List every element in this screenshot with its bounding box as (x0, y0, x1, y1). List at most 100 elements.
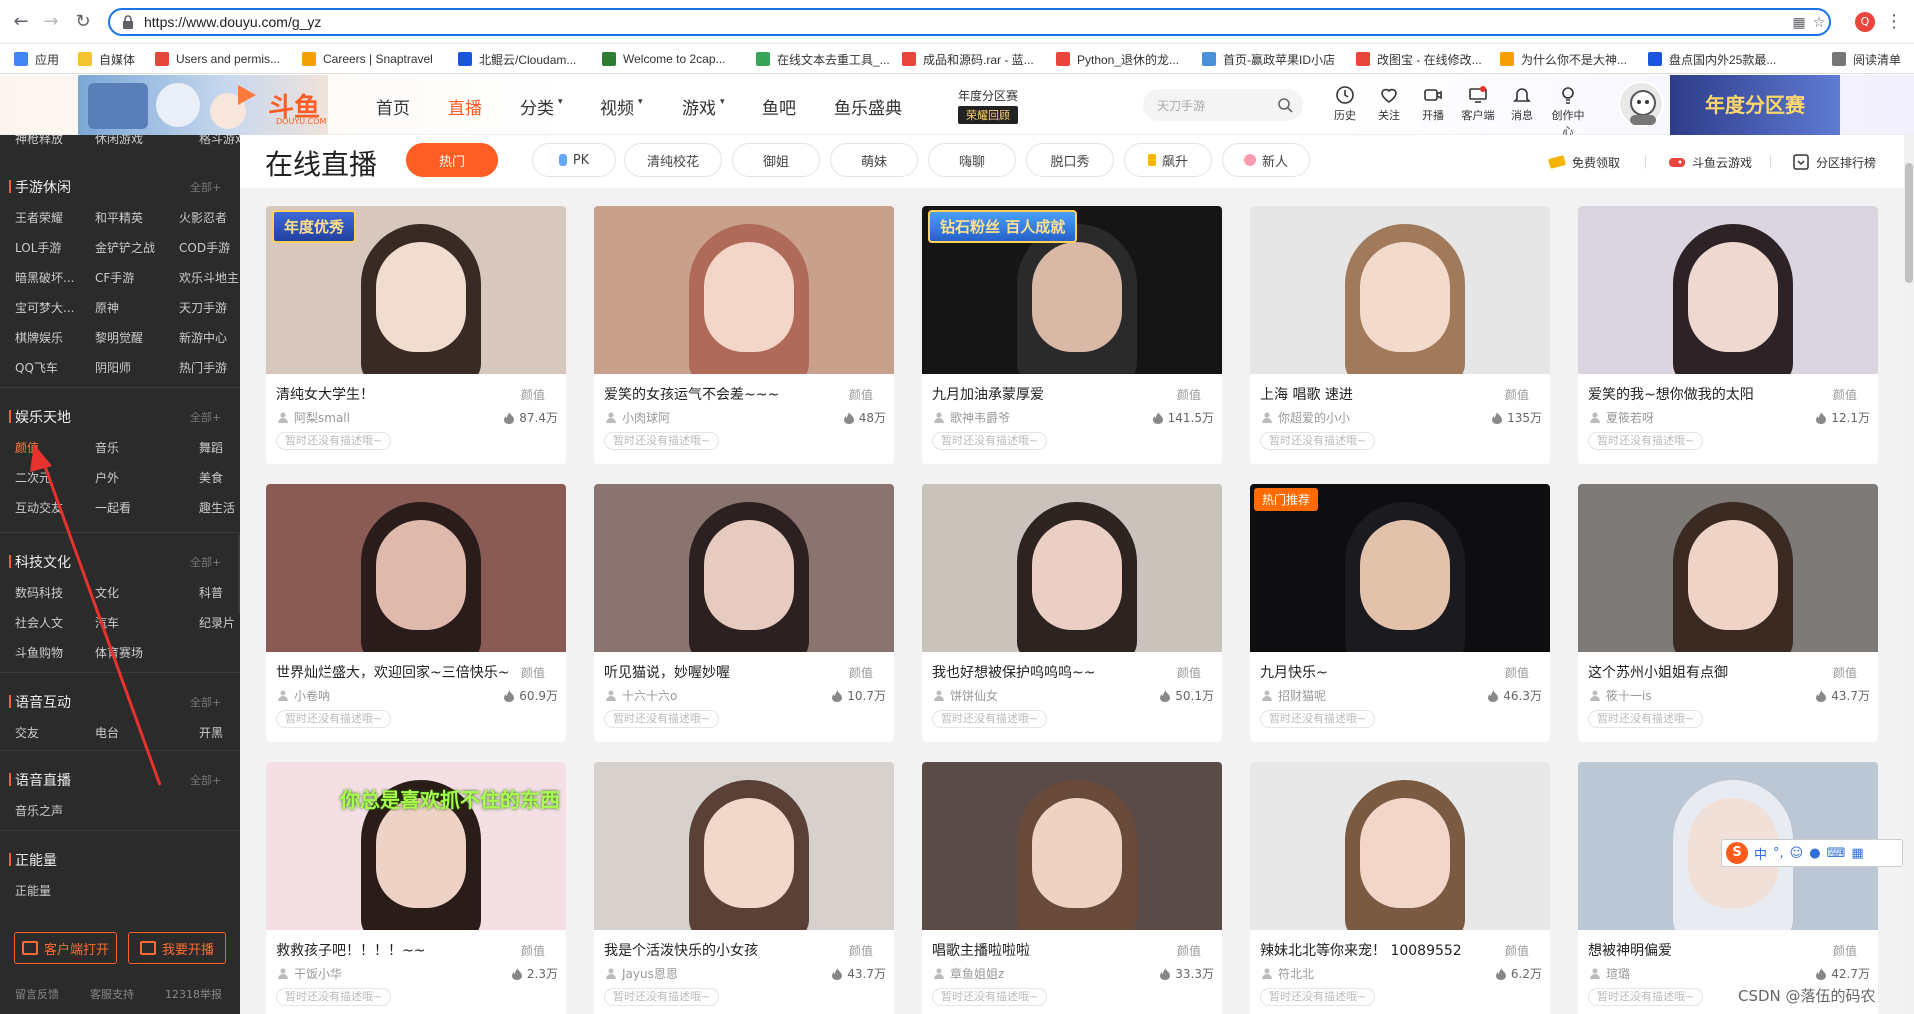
room-title[interactable]: 爱笑的女孩运气不会差~~~ (604, 384, 844, 404)
sidebar-item[interactable]: 火影忍者 (179, 209, 227, 226)
back-icon[interactable]: ← (10, 11, 32, 33)
live-room-card[interactable]: 爱笑的女孩运气不会差~~~ 颜值 小肉球阿 48万 暂时还没有描述哦~ (594, 206, 894, 464)
sidebar-item[interactable]: 和平精英 (95, 209, 143, 226)
sidebar-item[interactable]: 王者荣耀 (15, 209, 63, 226)
streamer-name[interactable]: 小肉球阿 (606, 409, 670, 426)
live-room-card[interactable]: 辣妹北北等你来宠！ 10089552 颜值 符北北 6.2万 暂时还没有描述哦~ (1250, 762, 1550, 1014)
sidebar-section-all-link[interactable]: 全部+ (190, 179, 221, 195)
filter-chip-3[interactable]: 御姐 (732, 143, 820, 177)
live-room-card[interactable]: 听见猫说，妙喔妙喔 颜值 十六十六o 10.7万 暂时还没有描述哦~ (594, 484, 894, 742)
streamer-name[interactable]: 章鱼姐姐z (934, 965, 1004, 982)
ime-language[interactable]: 中 (1754, 844, 1767, 863)
sidebar-item[interactable]: LOL手游 (15, 239, 61, 256)
live-room-card[interactable]: 想被神明偏爱 颜值 瑄璐 42.7万 暂时还没有描述哦~ (1578, 762, 1878, 1014)
emoji-icon[interactable]: ☺ (1790, 846, 1804, 861)
stream-thumbnail[interactable]: 热门推荐 (1250, 484, 1550, 652)
filter-chip-8[interactable]: 新人 (1222, 143, 1310, 177)
stream-thumbnail[interactable] (922, 484, 1222, 652)
stream-thumbnail[interactable]: 钻石粉丝 百人成就 (922, 206, 1222, 374)
room-title[interactable]: 这个苏州小姐姐有点御 (1588, 662, 1828, 682)
sidebar-item[interactable]: 金铲铲之战 (95, 239, 155, 256)
bookmark-star-icon[interactable]: ☆ (1810, 14, 1828, 32)
sidebar-item[interactable]: 热门手游 (179, 359, 227, 376)
sidebar-item[interactable]: 美食 (199, 469, 223, 486)
streamer-name[interactable]: 夏筱若呀 (1590, 409, 1654, 426)
sidebar-item[interactable]: 天刀手游 (179, 299, 227, 316)
live-room-card[interactable]: 上海 唱歌 速进 颜值 你超爱的小小 135万 暂时还没有描述哦~ (1250, 206, 1550, 464)
stream-thumbnail[interactable] (594, 206, 894, 374)
sidebar-item[interactable]: 音乐 (95, 439, 119, 456)
room-category[interactable]: 颜值 (1177, 942, 1201, 959)
stream-thumbnail[interactable]: 年度优秀 (266, 206, 566, 374)
room-category[interactable]: 颜值 (1177, 664, 1201, 681)
filter-chip-5[interactable]: 嗨聊 (928, 143, 1016, 177)
sidebar-section-all-link[interactable]: 全部+ (190, 694, 221, 710)
cloud-game-link[interactable]: 斗鱼云游戏 (1668, 153, 1752, 171)
room-category[interactable]: 颜值 (1833, 942, 1857, 959)
microphone-icon[interactable]: ● (1809, 846, 1820, 861)
filter-chip-2[interactable]: 清纯校花 (624, 143, 722, 177)
live-room-card[interactable]: 世界灿烂盛大，欢迎回家~三倍快乐~ 颜值 小卷呐 60.9万 暂时还没有描述哦~ (266, 484, 566, 742)
user-avatar[interactable] (1618, 81, 1664, 127)
sidebar-item[interactable]: 汽车 (95, 614, 119, 631)
bookmark-item[interactable]: 成品和源码.rar - 蓝... (902, 51, 1034, 67)
room-category[interactable]: 颜值 (849, 664, 873, 681)
bookmark-item[interactable]: Python_退休的龙... (1056, 51, 1179, 67)
address-bar[interactable]: https://www.douyu.com/g_yz ▦ ☆ (108, 8, 1831, 36)
room-title[interactable]: 听见猫说，妙喔妙喔 (604, 662, 844, 682)
room-title[interactable]: 清纯女大学生！ (276, 384, 516, 404)
sidebar-item[interactable]: 原神 (95, 299, 119, 316)
sidebar-item[interactable]: 格斗游戏 (199, 135, 240, 147)
sidebar-item[interactable]: 纪录片 (199, 614, 235, 631)
sidebar-item[interactable]: 二次元 (15, 469, 51, 486)
room-title[interactable]: 救救孩子吧！！！！~~ (276, 940, 516, 960)
sidebar-item[interactable]: 文化 (95, 584, 119, 601)
grid-icon[interactable]: ▦ (1851, 846, 1863, 861)
room-title[interactable]: 我是个活泼快乐的小女孩 (604, 940, 844, 960)
logo-banner[interactable]: 斗鱼 DOUYU.COM (78, 75, 328, 135)
room-title[interactable]: 上海 唱歌 速进 (1260, 384, 1500, 404)
nav-3[interactable]: 视频 (600, 94, 634, 119)
header-tool-0[interactable]: 历史 (1325, 85, 1365, 123)
bookmark-item[interactable]: 首页-赢政苹果ID小店 (1202, 51, 1335, 67)
site-search-input[interactable]: 天刀手游 (1143, 89, 1303, 121)
room-category[interactable]: 颜值 (849, 942, 873, 959)
live-room-card[interactable]: 热门推荐 九月快乐~ 颜值 招财猫呢 46.3万 暂时还没有描述哦~ (1250, 484, 1550, 742)
room-title[interactable]: 我也好想被保护呜呜呜~~ (932, 662, 1172, 682)
live-room-card[interactable]: 我是个活泼快乐的小女孩 颜值 Jayus恩恩 43.7万 暂时还没有描述哦~ (594, 762, 894, 1014)
report-link[interactable]: 12318举报 (165, 986, 222, 1002)
header-tool-5[interactable]: 创作中心 (1548, 85, 1588, 139)
stream-thumbnail[interactable] (922, 762, 1222, 930)
sidebar-item[interactable]: 黎明觉醒 (95, 329, 143, 346)
room-category[interactable]: 颜值 (521, 664, 545, 681)
stream-thumbnail[interactable] (1250, 762, 1550, 930)
bookmark-item[interactable]: 为什么你不是大神... (1500, 51, 1627, 67)
header-tool-2[interactable]: 开播 (1413, 85, 1453, 123)
sidebar-item[interactable]: 正能量 (15, 882, 51, 899)
bookmark-item[interactable]: 北鲲云/Cloudam... (458, 51, 576, 67)
punctuation-icon[interactable]: °, (1773, 846, 1784, 861)
bookmark-item[interactable]: Users and permis... (155, 51, 280, 67)
bookmark-item[interactable]: 阅读清单 (1832, 51, 1901, 67)
live-room-card[interactable]: 年度优秀 清纯女大学生！ 颜值 阿梨small 87.4万 暂时还没有描述哦~ (266, 206, 566, 464)
streamer-name[interactable]: 招财猫呢 (1262, 687, 1326, 704)
live-room-card[interactable]: 这个苏州小姐姐有点御 颜值 筱十一is 43.7万 暂时还没有描述哦~ (1578, 484, 1878, 742)
filter-chip-1[interactable]: PK (532, 143, 616, 177)
header-tool-4[interactable]: 消息 (1502, 85, 1542, 123)
sidebar-item[interactable]: 舞蹈 (199, 439, 223, 456)
room-category[interactable]: 颜值 (1505, 664, 1529, 681)
room-category[interactable]: 颜值 (1833, 664, 1857, 681)
bookmark-item[interactable]: 改图宝 - 在线修改... (1356, 51, 1482, 67)
support-link[interactable]: 客服支持 (90, 986, 134, 1002)
bookmark-item[interactable]: Welcome to 2cap... (602, 51, 726, 67)
filter-chip-7[interactable]: 飙升 (1124, 143, 1212, 177)
sidebar-item[interactable]: 数码科技 (15, 584, 63, 601)
qr-code-icon[interactable]: ▦ (1790, 14, 1808, 32)
nav-0[interactable]: 首页 (376, 94, 410, 119)
room-category[interactable]: 颜值 (1177, 386, 1201, 403)
stream-thumbnail[interactable] (1578, 206, 1878, 374)
stream-thumbnail[interactable]: 你总是喜欢抓不住的东西 (266, 762, 566, 930)
streamer-name[interactable]: 干饭小华 (278, 965, 342, 982)
room-title[interactable]: 想被神明偏爱 (1588, 940, 1828, 960)
sidebar-item[interactable]: 欢乐斗地主 (179, 269, 239, 286)
